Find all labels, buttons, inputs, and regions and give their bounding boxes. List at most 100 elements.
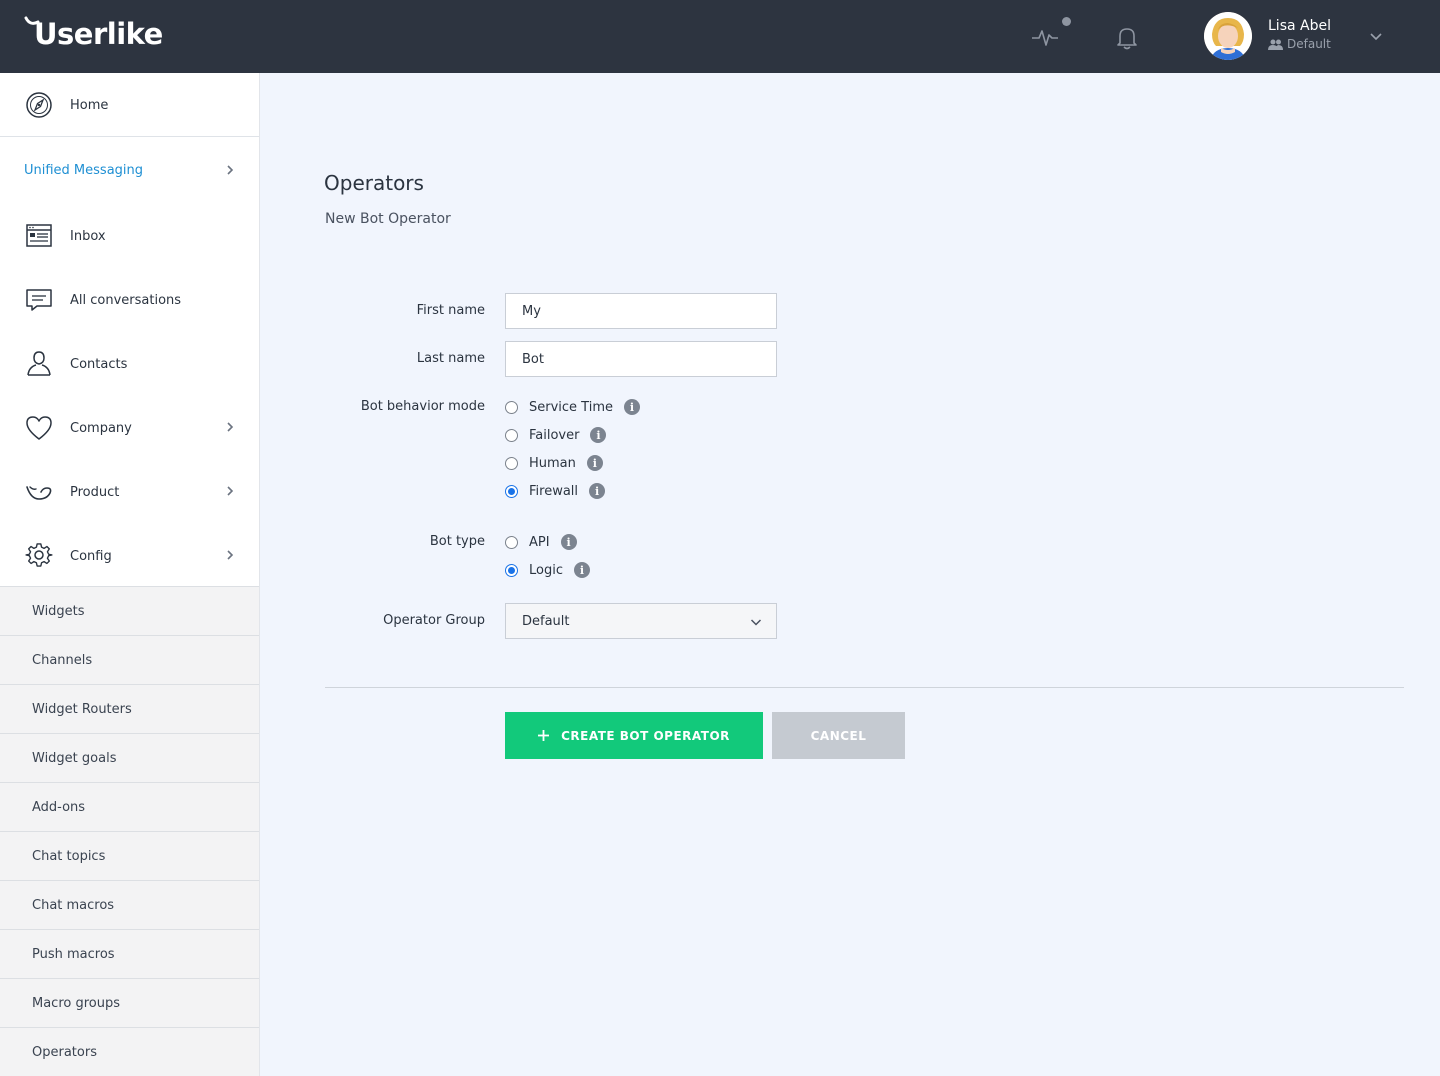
sidebar-subitem-label: Chat macros bbox=[32, 897, 115, 913]
last-name-label: Last name bbox=[416, 351, 485, 366]
sidebar-subitem-label: Widget goals bbox=[32, 750, 117, 766]
info-icon[interactable]: i bbox=[590, 427, 607, 443]
sidebar-subitem-operators[interactable]: Operators bbox=[0, 1027, 259, 1076]
chevron-down-icon[interactable] bbox=[1369, 29, 1383, 43]
sidebar-item-product[interactable]: Product bbox=[0, 461, 259, 525]
sidebar-subitem-macro-groups[interactable]: Macro groups bbox=[0, 978, 259, 1027]
sidebar-subitem-push-macros[interactable]: Push macros bbox=[0, 929, 259, 978]
sidebar: Home Unified Messaging Inbox All convers… bbox=[0, 73, 260, 1076]
radio-label: API bbox=[529, 534, 550, 550]
activity-pulse-icon[interactable] bbox=[1030, 22, 1060, 52]
radio-label: Human bbox=[529, 455, 576, 471]
sidebar-subitem-add-ons[interactable]: Add-ons bbox=[0, 782, 259, 831]
contacts-icon bbox=[24, 348, 54, 378]
users-icon bbox=[1268, 39, 1283, 50]
sidebar-item-label: Home bbox=[70, 98, 109, 113]
last-name-field[interactable] bbox=[505, 341, 777, 377]
user-group: Default bbox=[1268, 37, 1331, 51]
radio-button[interactable] bbox=[505, 400, 518, 414]
sidebar-subitem-label: Macro groups bbox=[32, 995, 121, 1011]
sidebar-subitem-chat-topics[interactable]: Chat topics bbox=[0, 831, 259, 880]
radio-label: Firewall bbox=[529, 483, 579, 499]
first-name-field[interactable] bbox=[505, 293, 777, 329]
behavior-option-service-time[interactable]: Service Time i bbox=[505, 397, 640, 417]
sidebar-section-unified-messaging[interactable]: Unified Messaging bbox=[0, 137, 259, 205]
sidebar-subitem-label: Push macros bbox=[32, 946, 115, 962]
chevron-down-icon bbox=[750, 619, 762, 626]
heart-icon bbox=[24, 413, 54, 443]
sidebar-subitem-label: Operators bbox=[32, 1044, 97, 1060]
top-bar: Userlike Lisa Abel Default bbox=[0, 0, 1440, 73]
sidebar-item-company[interactable]: Company bbox=[0, 397, 259, 461]
sidebar-item-home[interactable]: Home bbox=[0, 73, 259, 137]
radio-label: Failover bbox=[529, 427, 580, 443]
sidebar-subitem-label: Widget Routers bbox=[32, 701, 132, 717]
sidebar-item-inbox[interactable]: Inbox bbox=[0, 205, 259, 269]
form-divider bbox=[325, 687, 1404, 688]
logo-mark-icon bbox=[24, 16, 40, 25]
sidebar-subitem-chat-macros[interactable]: Chat macros bbox=[0, 880, 259, 929]
page-title: Operators bbox=[324, 171, 424, 195]
chevron-right-icon bbox=[227, 165, 234, 175]
info-icon[interactable]: i bbox=[624, 399, 640, 415]
sidebar-item-config[interactable]: Config bbox=[0, 525, 259, 585]
select-value: Default bbox=[522, 613, 570, 629]
bot-type-option-api[interactable]: API i bbox=[505, 532, 577, 552]
sidebar-item-label: Product bbox=[70, 485, 120, 500]
user-name[interactable]: Lisa Abel bbox=[1268, 18, 1331, 34]
bot-type-label: Bot type bbox=[429, 534, 485, 549]
create-bot-operator-button[interactable]: CREATE BOT OPERATOR bbox=[505, 712, 763, 759]
sidebar-subitem-label: Channels bbox=[32, 652, 93, 668]
radio-button-selected[interactable] bbox=[505, 484, 518, 498]
button-label: CANCEL bbox=[810, 728, 867, 743]
sidebar-item-contacts[interactable]: Contacts bbox=[0, 333, 259, 397]
radio-label: Logic bbox=[529, 562, 563, 578]
sidebar-subitem-label: Chat topics bbox=[32, 848, 106, 864]
button-label: CREATE BOT OPERATOR bbox=[561, 728, 730, 743]
radio-label: Service Time bbox=[529, 399, 613, 415]
info-icon[interactable]: i bbox=[589, 483, 606, 499]
sidebar-subitem-channels[interactable]: Channels bbox=[0, 635, 259, 684]
activity-indicator-dot bbox=[1062, 17, 1071, 26]
avatar[interactable] bbox=[1204, 12, 1252, 60]
behavior-option-human[interactable]: Human i bbox=[505, 453, 603, 473]
radio-button-selected[interactable] bbox=[505, 563, 518, 577]
operator-group-label: Operator Group bbox=[383, 613, 485, 628]
info-icon[interactable]: i bbox=[573, 562, 590, 578]
bot-behavior-mode-label: Bot behavior mode bbox=[360, 399, 485, 414]
behavior-option-firewall[interactable]: Firewall i bbox=[505, 481, 606, 501]
sidebar-subitem-label: Widgets bbox=[32, 603, 85, 619]
radio-button[interactable] bbox=[505, 535, 518, 549]
cancel-button[interactable]: CANCEL bbox=[772, 712, 905, 759]
behavior-option-failover[interactable]: Failover i bbox=[505, 425, 607, 445]
product-icon bbox=[24, 478, 54, 508]
sidebar-item-label: Company bbox=[70, 421, 132, 436]
radio-button[interactable] bbox=[505, 456, 518, 470]
chevron-right-icon bbox=[227, 550, 234, 560]
bell-icon[interactable] bbox=[1112, 22, 1142, 52]
sidebar-subitem-widget-routers[interactable]: Widget Routers bbox=[0, 684, 259, 733]
sidebar-item-label: Config bbox=[70, 549, 112, 564]
info-icon[interactable]: i bbox=[560, 534, 577, 550]
sidebar-item-all-conversations[interactable]: All conversations bbox=[0, 269, 259, 333]
gear-icon bbox=[24, 540, 54, 570]
sidebar-item-label: All conversations bbox=[70, 293, 182, 308]
radio-button[interactable] bbox=[505, 428, 518, 442]
conversations-icon bbox=[24, 285, 54, 315]
sidebar-subitem-label: Add-ons bbox=[32, 799, 86, 815]
userlike-logo[interactable]: Userlike bbox=[34, 17, 163, 51]
chevron-right-icon bbox=[227, 486, 234, 496]
sidebar-subitem-widget-goals[interactable]: Widget goals bbox=[0, 733, 259, 782]
operator-group-select[interactable]: Default bbox=[505, 603, 777, 639]
sidebar-section-label: Unified Messaging bbox=[24, 163, 144, 178]
first-name-label: First name bbox=[416, 303, 485, 318]
sidebar-subitem-widgets[interactable]: Widgets bbox=[0, 586, 259, 635]
page-subtitle: New Bot Operator bbox=[325, 211, 451, 227]
sidebar-item-label: Contacts bbox=[70, 357, 128, 372]
info-icon[interactable]: i bbox=[586, 455, 603, 471]
inbox-icon bbox=[24, 221, 54, 251]
bot-type-option-logic[interactable]: Logic i bbox=[505, 560, 590, 580]
sidebar-item-label: Inbox bbox=[70, 229, 106, 244]
chevron-right-icon bbox=[227, 422, 234, 432]
plus-icon bbox=[538, 730, 550, 741]
